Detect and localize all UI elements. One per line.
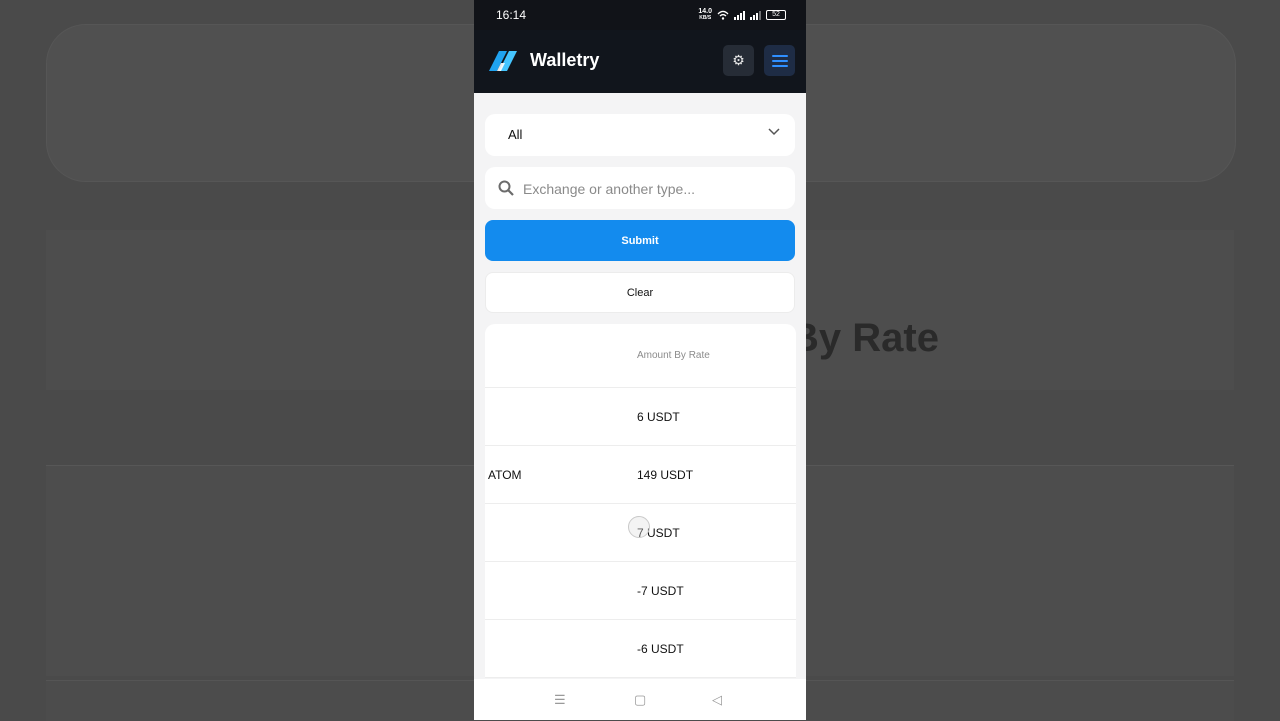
background-heading: By Rate	[790, 316, 939, 360]
app-header: Walletry ⚙	[474, 30, 806, 93]
signal-icon	[734, 10, 745, 20]
search-icon	[498, 180, 514, 196]
asset-cell: ATOM	[488, 468, 522, 482]
type-select-value: All	[508, 127, 523, 142]
column-header-amount: Amount By Rate	[637, 350, 710, 361]
signal-icon-2	[750, 10, 761, 20]
back-icon[interactable]: ◁	[712, 692, 722, 708]
hamburger-icon	[771, 54, 788, 67]
status-icons: 14.0 KB/S 52	[698, 8, 786, 22]
search-field[interactable]	[485, 167, 795, 209]
table-row[interactable]: -7 USDT	[485, 562, 796, 620]
search-input[interactable]	[521, 178, 785, 200]
table-row[interactable]: 6 USDT	[485, 388, 796, 446]
status-bar: 16:14 14.0 KB/S 52	[474, 0, 806, 30]
app-brand: Walletry	[530, 50, 600, 70]
clear-button[interactable]: Clear	[485, 272, 795, 313]
amount-cell: -6 USDT	[637, 642, 684, 656]
settings-button[interactable]: ⚙	[723, 45, 754, 76]
chevron-down-icon	[768, 128, 780, 136]
amount-cell: -7 USDT	[637, 584, 684, 598]
wifi-icon	[717, 10, 729, 20]
network-speed: 14.0 KB/S	[698, 8, 712, 21]
transactions-table: Amount By Rate 6 USDT ATOM 149 USDT 7 US…	[485, 324, 796, 678]
gear-icon: ⚙	[732, 52, 745, 68]
system-nav-bar: ☰ ▢ ◁	[474, 679, 806, 720]
touch-indicator	[628, 516, 650, 538]
type-select[interactable]: All	[485, 114, 795, 156]
amount-cell: 6 USDT	[637, 410, 680, 424]
menu-button[interactable]	[764, 45, 795, 76]
menu-icon[interactable]: ☰	[554, 692, 566, 708]
amount-cell: 149 USDT	[637, 468, 694, 482]
table-header: Amount By Rate	[485, 324, 796, 388]
phone-screen: 16:14 14.0 KB/S 52 Walletry ⚙ All Exchan…	[474, 0, 806, 720]
submit-button[interactable]: Submit	[485, 220, 795, 261]
table-row[interactable]: -6 USDT	[485, 620, 796, 678]
status-time: 16:14	[496, 8, 527, 22]
table-row[interactable]: ATOM 149 USDT	[485, 446, 796, 504]
home-icon[interactable]: ▢	[634, 692, 646, 708]
walletry-logo-icon	[489, 51, 517, 71]
battery-icon: 52	[766, 10, 786, 20]
